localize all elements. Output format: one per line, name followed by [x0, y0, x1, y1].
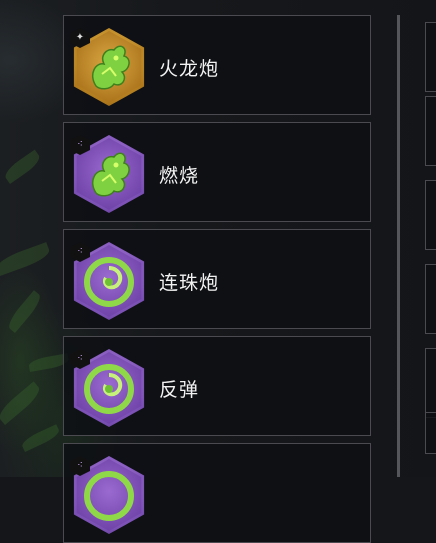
skill-name: 连珠炮	[159, 272, 220, 294]
skill-name: 火龙炮	[159, 58, 220, 80]
scroll-divider	[397, 15, 400, 477]
right-panel-card[interactable]	[425, 348, 436, 418]
skill-list: ✦ 火龙炮 ⁖ 燃烧 ⁖ 连珠炮 ⁖ 反弹 ⁖	[63, 15, 373, 543]
skill-icon-frame: ⁖	[70, 242, 148, 320]
right-panel-card[interactable]	[425, 96, 436, 166]
skill-card-1[interactable]: ✦ 火龙炮	[63, 15, 371, 115]
skill-name: 燃烧	[159, 165, 200, 187]
skill-card-3[interactable]: ⁖ 连珠炮	[63, 229, 371, 329]
skill-card-5[interactable]: ⁖	[63, 443, 371, 543]
right-panel-card[interactable]	[425, 180, 436, 250]
right-panel-card[interactable]	[425, 264, 436, 334]
right-panel-card[interactable]	[425, 412, 436, 454]
skill-card-4[interactable]: ⁖ 反弹	[63, 336, 371, 436]
skill-icon-frame: ⁖	[70, 349, 148, 427]
skill-name: 反弹	[159, 379, 200, 401]
skill-card-2[interactable]: ⁖ 燃烧	[63, 122, 371, 222]
skill-icon-frame: ⁖	[70, 135, 148, 213]
skill-icon-frame: ✦	[70, 28, 148, 106]
right-panel-card[interactable]	[425, 22, 436, 92]
skill-icon-frame: ⁖	[70, 456, 148, 534]
